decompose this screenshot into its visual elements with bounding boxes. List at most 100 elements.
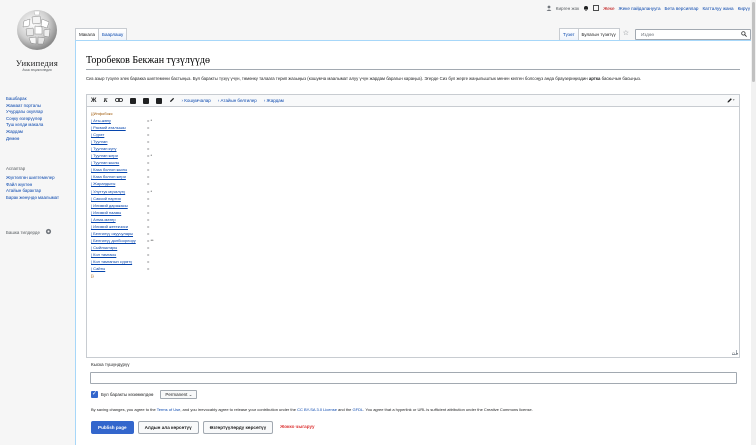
image-icon[interactable] [129,97,136,104]
scrollbar-thumb[interactable] [752,2,755,82]
tab-article[interactable]: Макала [75,28,100,40]
publish-button[interactable]: Publish page [91,421,134,434]
gfdl-link[interactable]: GFDL [353,407,364,412]
nav-donate[interactable]: Демөө [6,136,43,143]
gallery-icon[interactable] [155,97,162,104]
code-value: = [147,160,150,166]
code-value: = [147,266,150,272]
wikitext-content[interactable]: {{Инфобокс | Аты-жөнү = * | Расмий аталышы =… [91,110,154,279]
nav-community-portal[interactable]: Жамаат порталы [6,103,43,110]
personal-link-2[interactable]: Бета версиялар [665,6,699,11]
toolbar-help[interactable]: › Жардам [264,98,284,103]
license-text-1: By saving changes, you agree to the [91,407,157,412]
code-line: | Саясий партия = [91,195,149,202]
bell-icon[interactable] [583,5,589,11]
nav-recent-changes[interactable]: Соңку өзгөрүүлөр [6,116,43,123]
code-value: = [147,167,150,173]
nav-page-info[interactable]: Барак жөнүндө маалымат [6,195,59,202]
code-line: | Сүрөт = [91,131,149,138]
tab-edit-source[interactable]: Булагын түзөтүү [577,28,620,40]
wikipedia-globe-logo[interactable] [14,7,60,53]
tab-edit[interactable]: Түзөт [558,28,579,40]
special-characters-toggle[interactable]: Ω ▾ [732,351,738,356]
nav-upload-file[interactable]: Файл жүктөө [6,182,59,189]
code-key: | Сыйлыктары [91,244,118,250]
code-value: = [147,174,150,180]
show-changes-button[interactable]: Өзгөртүүлөрдү көрсөтүү [202,421,274,434]
nav-random-article[interactable]: Туш келди макала [6,122,43,129]
code-line: | Туулган жылы = [91,159,149,166]
gear-icon[interactable] [45,228,52,236]
code-key: | Белгилүү долбоорлору [91,237,136,243]
preview-button[interactable]: Алдын ала көрсөтүү [137,421,199,434]
watch-checkbox[interactable]: ✓ [91,391,98,398]
code-line: | Илимий наамы = [91,209,149,216]
code-line: | Туулган күнү = [91,145,149,152]
code-value: = * [147,188,153,194]
code-value: = [147,244,150,250]
code-value: = [147,230,150,236]
editor-toolbar: Ж К › Кошумчалар › Атайын белгилер › Жар… [87,95,739,107]
personal-link-1[interactable]: Жеке пайдаланууга [619,6,661,11]
code-value: = [147,132,150,138]
code-value: = [147,251,150,257]
code-key: | Алма-матер [91,216,116,222]
notice-icon[interactable] [593,5,600,11]
namespace-tabs: Макала Баарлашу [75,28,128,40]
summary-label: Кыска түшүндүрүү [91,362,130,367]
code-value: = ** [147,237,154,243]
code-key: | Белгилүү окуучулары [91,230,134,236]
cc-license-link[interactable]: CC BY-SA 3.0 License [297,407,337,412]
code-key: | Сайты [91,266,106,272]
italic-button[interactable]: К [103,98,107,104]
talk-link[interactable]: Жеке [603,6,614,11]
file-icon[interactable] [142,97,149,104]
terms-of-use-link[interactable]: Terms of Use [157,407,181,412]
pen-options-icon[interactable] [727,97,735,103]
pencil-icon[interactable] [169,97,175,105]
cancel-button[interactable]: Жокко чыгаруу [277,421,317,434]
link-icon[interactable] [114,97,123,105]
wordmark[interactable]: Уикипедия [0,58,74,68]
code-line: | Кол тамганын сүрөтү = [91,258,149,265]
nav-current-events[interactable]: Учурдагы окуялар [6,109,43,116]
code-value: = * [147,118,153,124]
personal-link-3[interactable]: Катталуу жана [702,6,733,11]
tab-talk[interactable]: Баарлашу [98,28,128,40]
toolbar-help-label: Жардам [266,98,284,103]
code-value: = [147,216,150,222]
code-key: | Кол тамгасы [91,251,117,257]
search-placeholder: Издөө [641,31,654,37]
toolbar-options[interactable] [727,97,735,103]
code-value: = [147,181,150,187]
watch-period-select[interactable]: Permanent ⌄ [160,390,198,399]
search-icon[interactable] [741,31,747,37]
tools-navigation: Жүктөлгөн шилтемелер Файл жүктөө Атайын … [6,175,59,201]
main-navigation: Башбарак Жамаат порталы Учурдагы окуялар… [6,96,43,142]
search-input[interactable]: Издөө [635,28,751,40]
code-key: | Аты-жөнү [91,118,111,124]
toolbar-special-chars[interactable]: › Атайын белгилер [218,98,257,103]
code-line: | Сайты = [91,265,149,272]
nav-main-page[interactable]: Башбарак [6,96,43,103]
watch-label[interactable]: Бул баракты көзөмөлдөө [101,392,153,397]
scrollbar[interactable] [751,0,756,445]
notice-text-a: Сиз азыр түзүлө элек баракка шилтемени б… [86,76,589,81]
personal-link-4[interactable]: Кирүү [738,6,750,11]
code-key: | Туулган жылы [91,160,120,166]
bold-button[interactable]: Ж [91,98,96,104]
code-line: | Туулган = [91,138,149,145]
toolbar-advanced[interactable]: › Кошумчалар [182,98,211,103]
anon-label: Кирген жок [555,5,580,11]
nav-what-links-here[interactable]: Жүктөлгөн шилтемелер [6,175,59,182]
code-value: = [147,258,150,264]
wikitext-editor[interactable]: Ж К › Кошумчалар › Атайын белгилер › Жар… [86,94,740,358]
code-value: = [147,139,150,145]
star-icon[interactable]: ☆ [623,28,629,40]
nav-help[interactable]: Жардам [6,129,43,136]
license-text-2: , and you irrevocably agree to release y… [180,407,298,412]
code-key: {{Инфобокс [91,111,113,116]
nav-special-pages[interactable]: Атайын барактар [6,188,59,195]
toolbar-special-chars-label: Атайын белгилер [220,98,257,103]
summary-input[interactable] [90,372,737,384]
